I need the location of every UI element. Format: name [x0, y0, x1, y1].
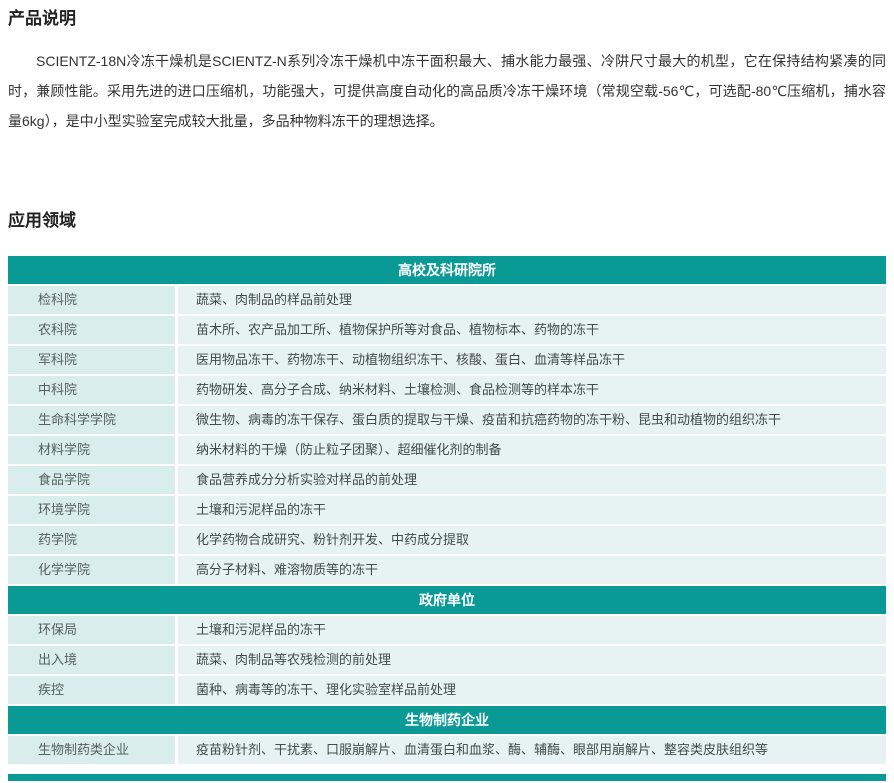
- table-row: 农科院苗木所、农产品加工所、植物保护所等对食品、植物标本、药物的冻干: [8, 316, 886, 344]
- row-value: 菌种、病毒等的冻干、理化实验室样品前处理: [178, 676, 886, 704]
- table-row: 检科院蔬菜、肉制品的样品前处理: [8, 286, 886, 314]
- table-section-header: 政府单位: [8, 586, 886, 614]
- row-label: 军科院: [8, 346, 175, 374]
- row-label: 生物制药类企业: [8, 736, 175, 764]
- row-value: 土壤和污泥样品的冻干: [178, 616, 886, 644]
- row-value: 医用物品冻干、药物冻干、动植物组织冻干、核酸、蛋白、血清等样品冻干: [178, 346, 886, 374]
- row-label: 疾控: [8, 676, 175, 704]
- row-label: 环境学院: [8, 496, 175, 524]
- row-value: 蔬菜、肉制品的样品前处理: [178, 286, 886, 314]
- table-row: 军科院医用物品冻干、药物冻干、动植物组织冻干、核酸、蛋白、血清等样品冻干: [8, 346, 886, 374]
- table-row: 中科院药物研发、高分子合成、纳米材料、土壤检测、食品检测等的样本冻干: [8, 376, 886, 404]
- row-label: 环保局: [8, 616, 175, 644]
- row-value: 药物研发、高分子合成、纳米材料、土壤检测、食品检测等的样本冻干: [178, 376, 886, 404]
- table-section-header: 生物制药企业: [8, 706, 886, 734]
- table-row: 环保局土壤和污泥样品的冻干: [8, 616, 886, 644]
- table-row: 疾控菌种、病毒等的冻干、理化实验室样品前处理: [8, 676, 886, 704]
- application-areas-table: 高校及科研院所检科院蔬菜、肉制品的样品前处理农科院苗木所、农产品加工所、植物保护…: [8, 256, 886, 764]
- product-detail-page: 产品说明 SCIENTZ-18N冷冻干燥机是SCIENTZ-N系列冷冻干燥机中冻…: [0, 0, 894, 783]
- row-label: 中科院: [8, 376, 175, 404]
- row-value: 疫苗粉针剂、干扰素、口服崩解片、血清蛋白和血浆、酶、辅酶、眼部用崩解片、整容类皮…: [178, 736, 886, 764]
- row-label: 食品学院: [8, 466, 175, 494]
- table-row: 药学院化学药物合成研究、粉针剂开发、中药成分提取: [8, 526, 886, 554]
- table-row: 化学学院高分子材料、难溶物质等的冻干: [8, 556, 886, 584]
- row-label: 药学院: [8, 526, 175, 554]
- table-row: 出入境蔬菜、肉制品等农残检测的前处理: [8, 646, 886, 674]
- row-value: 食品营养成分分析实验对样品的前处理: [178, 466, 886, 494]
- next-section-header-partial: [8, 774, 886, 781]
- row-label: 检科院: [8, 286, 175, 314]
- product-description-heading: 产品说明: [8, 8, 886, 30]
- row-label: 生命科学学院: [8, 406, 175, 434]
- table-row: 材料学院纳米材料的干燥（防止粒子团聚）、超细催化剂的制备: [8, 436, 886, 464]
- row-value: 土壤和污泥样品的冻干: [178, 496, 886, 524]
- row-value: 微生物、病毒的冻干保存、蛋白质的提取与干燥、疫苗和抗癌药物的冻干粉、昆虫和动植物…: [178, 406, 886, 434]
- row-label: 化学学院: [8, 556, 175, 584]
- table-row: 食品学院食品营养成分分析实验对样品的前处理: [8, 466, 886, 494]
- row-value: 高分子材料、难溶物质等的冻干: [178, 556, 886, 584]
- table-row: 环境学院土壤和污泥样品的冻干: [8, 496, 886, 524]
- row-label: 出入境: [8, 646, 175, 674]
- application-areas-heading: 应用领域: [8, 210, 886, 232]
- row-value: 纳米材料的干燥（防止粒子团聚）、超细催化剂的制备: [178, 436, 886, 464]
- table-row: 生物制药类企业疫苗粉针剂、干扰素、口服崩解片、血清蛋白和血浆、酶、辅酶、眼部用崩…: [8, 736, 886, 764]
- table-row: 生命科学学院微生物、病毒的冻干保存、蛋白质的提取与干燥、疫苗和抗癌药物的冻干粉、…: [8, 406, 886, 434]
- row-value: 化学药物合成研究、粉针剂开发、中药成分提取: [178, 526, 886, 554]
- row-label: 农科院: [8, 316, 175, 344]
- row-value: 蔬菜、肉制品等农残检测的前处理: [178, 646, 886, 674]
- product-description-text: SCIENTZ-18N冷冻干燥机是SCIENTZ-N系列冷冻干燥机中冻干面积最大…: [8, 46, 886, 136]
- row-label: 材料学院: [8, 436, 175, 464]
- table-section-header: 高校及科研院所: [8, 256, 886, 284]
- row-value: 苗木所、农产品加工所、植物保护所等对食品、植物标本、药物的冻干: [178, 316, 886, 344]
